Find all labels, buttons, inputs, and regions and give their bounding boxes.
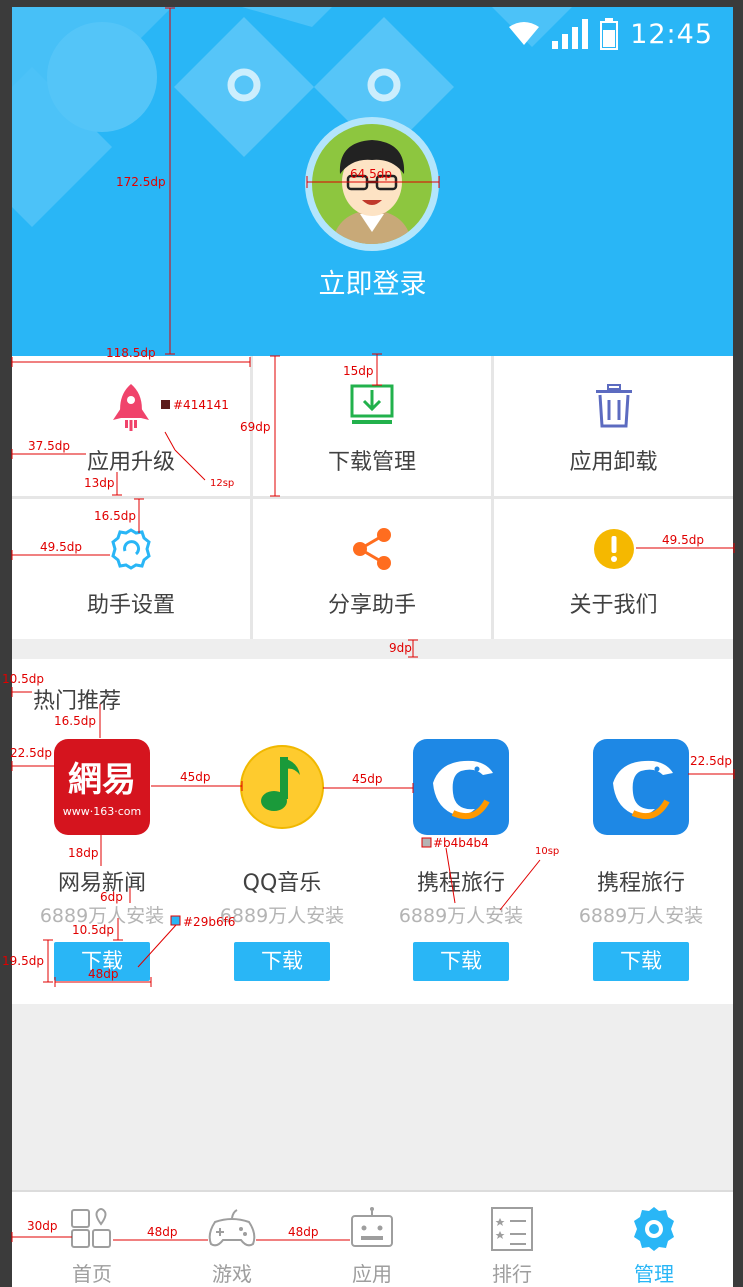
grid-item-download-manager[interactable]: 下载管理 [253,356,491,496]
download-button[interactable]: 下载 [234,942,330,981]
nav-label: 游戏 [212,1262,252,1286]
grid-item-label: 应用卸载 [569,450,658,475]
gamepad-icon [208,1209,256,1247]
grid-item-about[interactable]: 关于我们 [494,499,733,639]
avatar-image [312,124,432,244]
battery-icon [600,18,619,50]
hot-recommend-section: 热门推荐 網易 www·163·com 网易新闻 6889万人安装 下载 QQ音… [12,659,733,1004]
download-button[interactable]: 下载 [54,942,150,981]
grid-item-label: 助手设置 [86,593,175,618]
download-button[interactable]: 下载 [413,942,509,981]
wifi-icon [509,22,540,45]
settings-icon [111,528,151,570]
app-card[interactable]: QQ音乐 6889万人安装 下载 [202,739,362,981]
app-installs: 6889万人安装 [219,905,345,927]
svg-text:www·163·com: www·163·com [63,805,141,818]
ctrip-icon [413,739,509,835]
grid-item-app-upgrade[interactable]: 应用升级 [12,356,250,496]
clock: 12:45 [630,18,713,50]
netease-icon: 網易 www·163·com [54,739,150,835]
section-title: 热门推荐 [33,689,122,714]
app-name: 携程旅行 [596,871,685,896]
grid-item-uninstall[interactable]: 应用卸载 [494,356,733,496]
grid-item-settings[interactable]: 助手设置 [12,499,250,639]
nav-label: 排行 [492,1262,532,1286]
app-robot-icon [351,1207,393,1247]
grid-item-label: 下载管理 [327,450,416,475]
grid-item-share[interactable]: 分享助手 [253,499,491,639]
rocket-icon [113,384,149,431]
nav-label: 首页 [72,1262,112,1286]
grid-item-label: 应用升级 [86,450,175,475]
trash-icon [595,384,632,428]
app-card[interactable]: 網易 www·163·com 网易新闻 6889万人安装 下载 [22,739,182,981]
app-name: QQ音乐 [242,871,322,896]
ranking-icon [491,1207,533,1251]
svg-text:網易: 網易 [68,760,136,800]
phone-screen: 12:45 立即登录 应用升级 下载管理 应用卸载 助手设置 分享助手 关于我们… [12,7,733,1287]
gear-icon [634,1207,674,1251]
grid-item-label: 关于我们 [569,593,658,618]
app-card[interactable]: 携程旅行 6889万人安装 下载 [561,739,721,981]
function-grid: 应用升级 下载管理 应用卸载 助手设置 分享助手 关于我们 [12,356,733,639]
ctrip-icon [593,739,689,835]
download-button[interactable]: 下载 [593,942,689,981]
bottom-nav: 首页 游戏 应用 排行 管理 [12,1190,733,1287]
login-button[interactable]: 立即登录 [12,262,733,301]
grid-item-label: 分享助手 [327,593,416,618]
info-icon [593,529,634,569]
share-icon [353,528,391,570]
app-installs: 6889万人安装 [398,905,524,927]
signal-icon [552,19,589,49]
nav-label: 应用 [352,1262,392,1286]
avatar[interactable] [305,117,439,251]
app-name: 网易新闻 [57,871,146,896]
status-bar: 12:45 [508,17,713,51]
nav-label: 管理 [634,1262,674,1286]
nav-item-ranking[interactable]: 排行 [452,1192,572,1287]
download-icon [350,384,394,424]
qqmusic-icon [234,739,330,835]
app-name: 携程旅行 [416,871,505,896]
app-installs: 6889万人安装 [39,905,165,927]
app-card[interactable]: 携程旅行 6889万人安装 下载 [381,739,541,981]
nav-item-apps[interactable]: 应用 [312,1192,432,1287]
app-installs: 6889万人安装 [578,905,704,927]
profile-header: 12:45 立即登录 [12,7,733,356]
nav-item-games[interactable]: 游戏 [172,1192,292,1287]
nav-item-home[interactable]: 首页 [32,1192,152,1287]
nav-item-manage[interactable]: 管理 [594,1192,714,1287]
home-icon [71,1208,111,1248]
